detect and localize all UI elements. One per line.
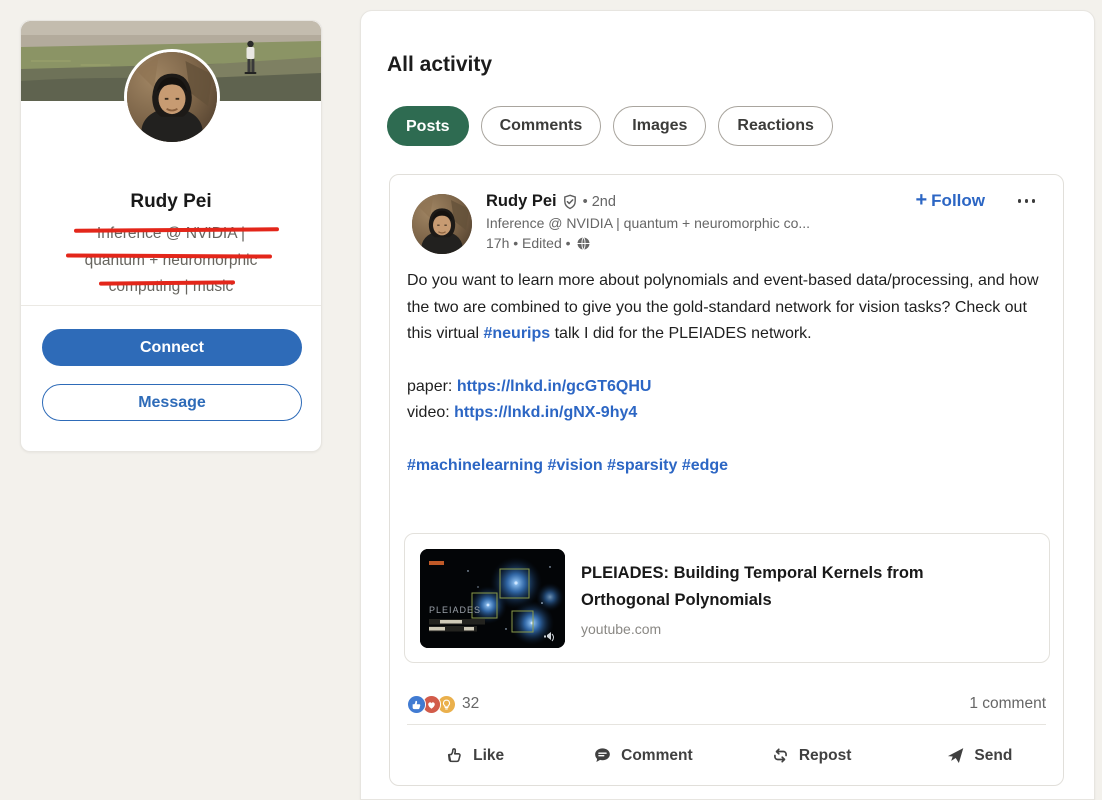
reactions-summary[interactable]: 32 <box>407 695 479 714</box>
post-hashtags: #machinelearning #vision #sparsity #edge <box>407 453 1047 480</box>
paper-label: paper: <box>407 378 457 395</box>
comment-icon <box>592 745 613 766</box>
hashtag-vision[interactable]: #vision <box>548 457 603 474</box>
repost-label: Repost <box>799 747 852 765</box>
follow-label: Follow <box>931 191 985 211</box>
repost-icon <box>770 745 791 766</box>
link-preview-card[interactable]: PLEIADES PLEIADES: Building Tempor <box>404 533 1050 663</box>
social-counts-row: 32 1 comment <box>407 689 1046 719</box>
activity-filter-bar: Posts Comments Images Reactions <box>387 106 833 146</box>
like-label: Like <box>473 747 504 765</box>
hashtag-machinelearning[interactable]: #machinelearning <box>407 457 543 474</box>
thumbnail-title-text: PLEIADES <box>429 605 481 615</box>
post-author-headline: Inference @ NVIDIA | quantum + neuromorp… <box>486 215 810 231</box>
post-author-degree: • 2nd <box>583 194 616 210</box>
post-body: Do you want to learn more about polynomi… <box>407 268 1047 479</box>
like-button[interactable]: Like <box>390 725 558 786</box>
profile-card: Rudy Pei Inference @ NVIDIA | quantum + … <box>20 20 322 452</box>
link-preview-domain: youtube.com <box>581 621 1011 637</box>
post-text: Do you want to learn more about polynomi… <box>407 268 1047 348</box>
comment-label: Comment <box>621 747 692 765</box>
post-actions-bar: Like Comment <box>390 725 1063 786</box>
send-icon <box>945 745 966 766</box>
profile-headline: Inference @ NVIDIA | quantum + neuromorp… <box>21 221 321 301</box>
post-overflow-menu-icon[interactable] <box>1014 195 1040 207</box>
profile-avatar[interactable] <box>124 49 220 145</box>
message-button[interactable]: Message <box>42 384 302 421</box>
post-text-segment: talk I did for the PLEIADES network. <box>550 325 811 342</box>
video-link[interactable]: https://lnkd.in/gNX-9hy4 <box>454 404 637 421</box>
filter-pill-comments[interactable]: Comments <box>481 106 602 146</box>
follow-button[interactable]: + Follow <box>915 189 985 212</box>
connect-button[interactable]: Connect <box>42 329 302 366</box>
hashtag-edge[interactable]: #edge <box>682 457 728 474</box>
filter-pill-reactions[interactable]: Reactions <box>718 106 832 146</box>
activity-title: All activity <box>387 53 492 77</box>
post-header: Rudy Pei • 2nd Inference @ NVIDIA | quan… <box>486 192 810 251</box>
post-card: Rudy Pei • 2nd Inference @ NVIDIA | quan… <box>389 174 1064 786</box>
post-links: paper: https://lnkd.in/gcGT6QHU video: h… <box>407 374 1047 427</box>
video-label: video: <box>407 404 454 421</box>
hashtag-neurips[interactable]: #neurips <box>483 325 550 342</box>
filter-pill-posts[interactable]: Posts <box>387 106 469 146</box>
send-label: Send <box>974 747 1012 765</box>
reaction-like-icon <box>407 695 426 714</box>
profile-headline-line1: Inference @ NVIDIA | <box>21 221 321 248</box>
repost-button[interactable]: Repost <box>727 725 895 786</box>
reaction-count: 32 <box>462 695 479 713</box>
video-thumbnail: PLEIADES <box>420 549 565 648</box>
post-timestamp: 17h • Edited • <box>486 235 571 251</box>
post-author-avatar[interactable] <box>412 194 472 254</box>
post-author-name[interactable]: Rudy Pei <box>486 192 557 211</box>
activity-panel: All activity Posts Comments Images React… <box>360 10 1095 800</box>
profile-headline-line3: computing | music <box>21 274 321 301</box>
linkedin-activity-page: { "profile": { "name": "Rudy Pei", "head… <box>0 0 1102 794</box>
comment-button[interactable]: Comment <box>558 725 726 786</box>
like-icon <box>444 745 465 766</box>
profile-headline-line2: quantum + neuromorphic <box>21 248 321 275</box>
send-button[interactable]: Send <box>895 725 1063 786</box>
globe-icon <box>576 236 591 251</box>
filter-pill-images[interactable]: Images <box>613 106 706 146</box>
verified-badge-icon <box>562 194 578 210</box>
paper-link[interactable]: https://lnkd.in/gcGT6QHU <box>457 378 652 395</box>
link-preview-text: PLEIADES: Building Temporal Kernels from… <box>581 560 1011 637</box>
profile-card-divider <box>21 305 321 306</box>
comment-count[interactable]: 1 comment <box>969 695 1046 713</box>
profile-name: Rudy Pei <box>21 191 321 213</box>
link-preview-title[interactable]: PLEIADES: Building Temporal Kernels from… <box>581 560 1011 614</box>
hashtag-sparsity[interactable]: #sparsity <box>607 457 677 474</box>
plus-icon: + <box>915 189 927 212</box>
